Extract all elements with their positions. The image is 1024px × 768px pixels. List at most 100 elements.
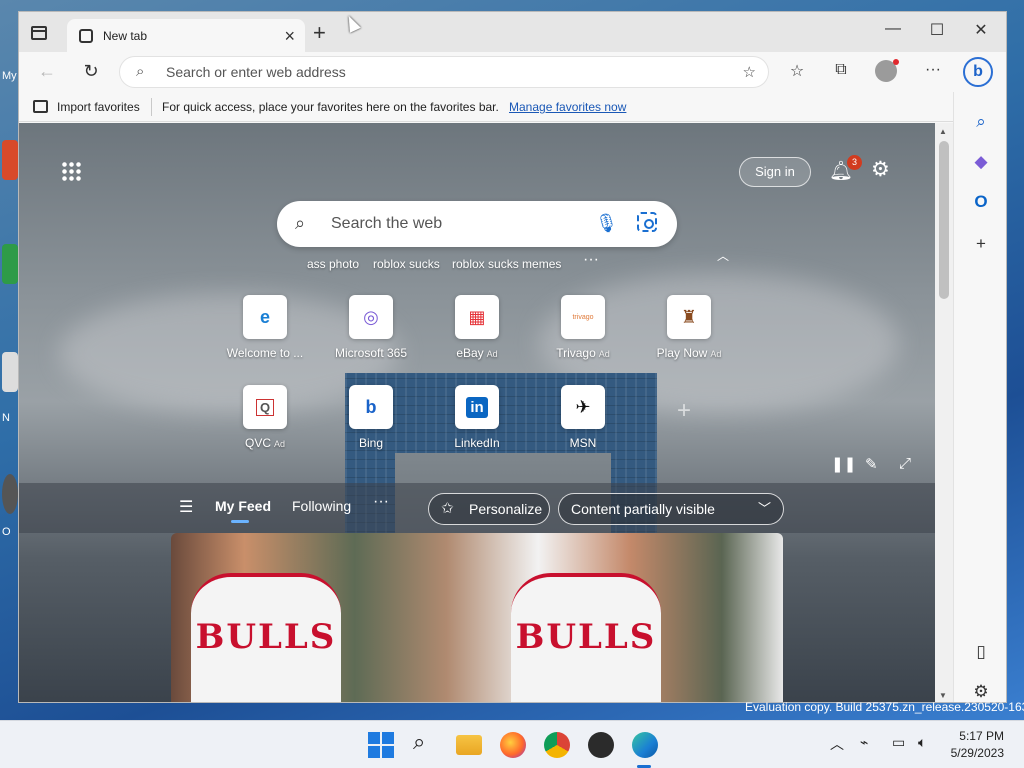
collapse-chevron-up-icon[interactable]: ︿ xyxy=(717,247,729,264)
obs-icon[interactable] xyxy=(588,732,614,758)
bing-logo-icon: b xyxy=(349,385,393,429)
quick-link-microsoft-365[interactable]: ◎ Microsoft 365 xyxy=(321,295,421,360)
manage-favorites-link[interactable]: Manage favorites now xyxy=(509,100,626,114)
trending-more-icon[interactable]: ··· xyxy=(583,251,599,269)
page-scrollbar[interactable]: ▲ ▼ xyxy=(935,123,953,702)
close-window-button[interactable]: ✕ xyxy=(959,20,1003,40)
expand-background-icon[interactable]: ⤢ xyxy=(899,455,911,472)
quick-link-qvc[interactable]: Q QVC Ad xyxy=(215,385,315,450)
back-arrow-icon[interactable]: ← xyxy=(33,61,61,82)
scroll-up-arrow-icon[interactable]: ▲ xyxy=(939,127,947,136)
tile-label: Trivago Ad xyxy=(533,346,633,360)
app-launcher-icon[interactable] xyxy=(61,161,81,181)
menu-hamburger-icon[interactable]: ☰ xyxy=(179,497,193,517)
taskbar-search-icon[interactable]: ⌕ xyxy=(413,729,439,755)
bing-chat-icon[interactable]: b xyxy=(963,57,993,87)
close-tab-icon[interactable]: × xyxy=(284,26,295,47)
search-icon: ⌕ xyxy=(295,213,306,233)
favorites-bar: Import favorites For quick access, place… xyxy=(19,92,1006,122)
clock-date: 5/29/2023 xyxy=(950,746,1004,760)
page-settings-gear-icon[interactable]: ⚙ xyxy=(871,157,890,182)
feed-more-icon[interactable]: ··· xyxy=(373,493,389,511)
web-search-input[interactable] xyxy=(331,201,581,247)
tab-following[interactable]: Following xyxy=(292,498,351,514)
tray-chevron-up-icon[interactable]: ︿ xyxy=(830,734,844,754)
favorites-icon[interactable]: ☆ xyxy=(783,61,811,81)
jersey-left: BULLS xyxy=(191,573,341,702)
display-icon[interactable]: ▭ xyxy=(892,734,905,751)
refresh-icon[interactable]: ↻ xyxy=(77,61,105,82)
tile-icon-glyph: in xyxy=(466,396,488,418)
more-options-icon[interactable]: ··· xyxy=(919,61,947,79)
desktop-shortcut-icon[interactable] xyxy=(2,140,18,180)
volume-icon[interactable]: 🔈︎ xyxy=(918,734,926,751)
tile-label-text: LinkedIn xyxy=(454,436,500,450)
taskbar-clock[interactable]: 5:17 PM 5/29/2023 xyxy=(951,728,1004,762)
trending-search[interactable]: roblox sucks memes xyxy=(452,257,561,271)
network-icon[interactable]: ⌁ xyxy=(860,734,868,751)
import-favorites-icon[interactable] xyxy=(33,100,48,113)
sign-in-button[interactable]: Sign in xyxy=(739,157,811,187)
personalize-button[interactable]: ✩ Personalize xyxy=(428,493,550,525)
tile-label: LinkedIn xyxy=(427,436,527,450)
microsoft-365-logo-icon: ◎ xyxy=(349,295,393,339)
favorites-hint: For quick access, place your favorites h… xyxy=(162,100,499,114)
trivago-logo-icon: trivago xyxy=(561,295,605,339)
tile-label-text: eBay xyxy=(456,346,484,360)
browser-window: New tab × + — ☐ ✕ ← ↻ ⌕ ☆ ☆ ⧉ ··· b Impo… xyxy=(18,11,1007,703)
quick-link-bing[interactable]: b Bing xyxy=(321,385,421,450)
address-input[interactable] xyxy=(166,57,726,87)
file-explorer-icon[interactable] xyxy=(456,735,482,755)
tab-my-feed[interactable]: My Feed xyxy=(215,498,271,514)
quick-link-welcome[interactable]: e Welcome to ... xyxy=(215,295,315,360)
quick-link-trivago[interactable]: trivago Trivago Ad xyxy=(533,295,633,360)
tile-label-text: Microsoft 365 xyxy=(334,346,408,360)
scroll-down-arrow-icon[interactable]: ▼ xyxy=(939,691,947,700)
firefox-icon[interactable] xyxy=(500,732,526,758)
content-visibility-dropdown[interactable]: Content partially visible ﹀ xyxy=(558,493,784,525)
microphone-icon[interactable]: 🎙︎ xyxy=(595,213,618,234)
evaluation-watermark: Evaluation copy. Build 25375.zn_release.… xyxy=(745,700,1024,714)
pause-background-icon[interactable]: ❚❚ xyxy=(831,455,856,473)
tile-label-text: Play Now xyxy=(656,346,708,360)
desktop-shortcut-icon[interactable] xyxy=(2,352,18,392)
desktop-shortcut-icon[interactable] xyxy=(2,244,18,284)
new-tab-page: Sign in 🔔︎ 3 ⚙ ⌕ 🎙︎ ass photo roblox suc… xyxy=(19,123,935,702)
qvc-logo-icon: Q xyxy=(243,385,287,429)
news-card-image[interactable]: BULLS BULLS xyxy=(171,533,783,702)
quick-link-linkedin[interactable]: in LinkedIn xyxy=(427,385,527,450)
sidebar-outlook-icon[interactable]: O xyxy=(970,192,992,212)
add-favorite-icon[interactable]: ☆ xyxy=(743,63,756,81)
visual-search-icon[interactable] xyxy=(637,212,657,232)
quick-link-msn[interactable]: ✈ MSN xyxy=(533,385,633,450)
edge-taskbar-icon[interactable] xyxy=(632,732,658,758)
tile-icon-glyph: ◎ xyxy=(363,306,379,327)
desktop-shortcut-icon[interactable] xyxy=(2,474,18,514)
new-tab-button[interactable]: + xyxy=(313,20,326,46)
tile-label-text: Bing xyxy=(358,436,384,450)
tab-new-tab[interactable]: New tab × xyxy=(67,19,305,53)
scrollbar-thumb[interactable] xyxy=(939,141,949,299)
background-info-icon[interactable]: ✎ xyxy=(865,455,878,473)
start-windows-icon[interactable] xyxy=(368,732,394,758)
trending-search[interactable]: ass photo xyxy=(307,257,359,271)
notification-badge: 3 xyxy=(847,155,862,170)
quick-link-ebay[interactable]: ▦ eBay Ad xyxy=(427,295,527,360)
jersey-right: BULLS xyxy=(511,573,661,702)
maximize-button[interactable]: ☐ xyxy=(915,20,959,40)
collections-icon[interactable]: ⧉ xyxy=(827,61,855,79)
sidebar-settings-gear-icon[interactable]: ⚙ xyxy=(970,682,992,702)
tab-actions-icon[interactable] xyxy=(31,26,47,40)
sidebar-search-icon[interactable]: ⌕ xyxy=(970,112,992,132)
minimize-button[interactable]: — xyxy=(871,20,915,38)
personalize-star-icon: ✩ xyxy=(441,500,454,517)
trending-search[interactable]: roblox sucks xyxy=(373,257,440,271)
chrome-icon[interactable] xyxy=(544,732,570,758)
add-quick-link-button[interactable]: + xyxy=(677,397,691,425)
msn-logo-icon: ✈ xyxy=(561,385,605,429)
sidebar-microsoft-365-icon[interactable]: ◆ xyxy=(970,152,992,172)
sidebar-toggle-icon[interactable]: ▯ xyxy=(970,642,992,662)
quick-link-play-now[interactable]: ♜ Play Now Ad xyxy=(639,295,739,360)
sidebar-add-icon[interactable]: + xyxy=(970,234,992,254)
import-favorites-button[interactable]: Import favorites xyxy=(57,100,140,114)
